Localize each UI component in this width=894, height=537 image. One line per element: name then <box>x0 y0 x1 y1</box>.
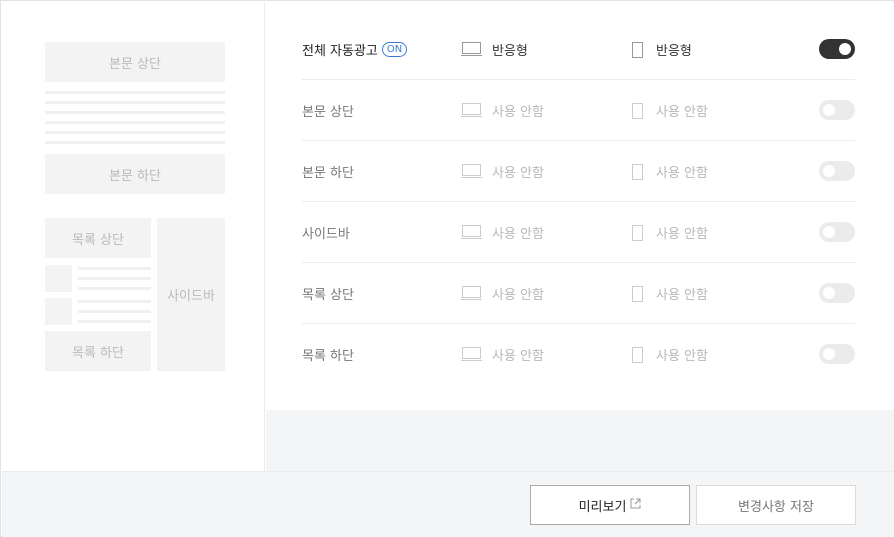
mobile-setting[interactable]: 사용 안함 <box>632 324 708 385</box>
ad-layout-preview: 본문 상단 본문 하단 목록 상단 목록 하단 사이드바 <box>2 2 265 471</box>
monitor-icon <box>461 42 482 57</box>
setting-row-list-bottom: 목록 하단 사용 안함 사용 안함 <box>302 324 855 385</box>
toggle-content-bottom[interactable] <box>819 161 855 181</box>
row-label: 전체 자동광고 ON <box>302 19 408 80</box>
preview-text-line <box>45 121 225 124</box>
mobile-icon <box>632 102 643 119</box>
row-label-text: 목록 상단 <box>302 288 354 303</box>
toggle-knob <box>823 165 835 177</box>
toggle-sidebar[interactable] <box>819 222 855 242</box>
pc-setting-value: 사용 안함 <box>492 227 544 242</box>
setting-row-list-top: 목록 상단 사용 안함 사용 안함 <box>302 263 855 324</box>
monitor-icon <box>461 286 482 301</box>
preview-list-top: 목록 상단 <box>45 218 151 258</box>
setting-row-auto-ads: 전체 자동광고 ON 반응형 반응형 <box>302 19 855 80</box>
row-label: 본문 하단 <box>302 141 354 202</box>
pc-setting-value: 사용 안함 <box>492 166 544 181</box>
preview-text-line <box>45 111 225 114</box>
preview-list-thumb <box>45 265 72 292</box>
mobile-icon <box>632 163 643 180</box>
pc-setting[interactable]: 사용 안함 <box>461 324 544 385</box>
on-badge: ON <box>381 42 408 57</box>
preview-list-line <box>78 267 151 270</box>
mobile-setting[interactable]: 반응형 <box>632 19 692 80</box>
preview-content-top: 본문 상단 <box>45 42 225 82</box>
setting-row-content-bottom: 본문 하단 사용 안함 사용 안함 <box>302 141 855 202</box>
preview-text-line <box>45 131 225 134</box>
monitor-icon <box>461 225 482 240</box>
toggle-knob <box>823 287 835 299</box>
pc-setting[interactable]: 반응형 <box>461 19 528 80</box>
setting-row-content-top: 본문 상단 사용 안함 사용 안함 <box>302 80 855 141</box>
pc-setting-value: 사용 안함 <box>492 349 544 364</box>
ad-position-settings: 전체 자동광고 ON 반응형 반응형 본문 상단 사용 안함 사용 안함 본문 … <box>266 2 894 410</box>
monitor-icon <box>461 347 482 362</box>
mobile-setting[interactable]: 사용 안함 <box>632 202 708 263</box>
preview-list-line <box>78 320 151 323</box>
row-label-text: 전체 자동광고 <box>302 44 378 59</box>
save-changes-button[interactable]: 변경사항 저장 <box>696 485 856 525</box>
mobile-icon <box>632 224 643 241</box>
mobile-icon <box>632 346 643 363</box>
footer-bar: 미리보기 변경사항 저장 <box>2 471 894 537</box>
monitor-icon <box>461 103 482 118</box>
toggle-knob <box>823 348 835 360</box>
monitor-icon <box>461 164 482 179</box>
toggle-knob <box>823 226 835 238</box>
mobile-setting[interactable]: 사용 안함 <box>632 141 708 202</box>
preview-list-thumb <box>45 298 72 325</box>
toggle-list-bottom[interactable] <box>819 344 855 364</box>
external-link-icon <box>630 498 641 512</box>
preview-content-bottom: 본문 하단 <box>45 154 225 194</box>
row-label: 본문 상단 <box>302 80 354 141</box>
toggle-knob <box>839 43 851 55</box>
toggle-content-top[interactable] <box>819 100 855 120</box>
toggle-auto-ads[interactable] <box>819 39 855 59</box>
mobile-setting-value: 사용 안함 <box>656 349 708 364</box>
row-label: 사이드바 <box>302 202 350 263</box>
mobile-setting-value: 반응형 <box>656 44 692 59</box>
pc-setting[interactable]: 사용 안함 <box>461 263 544 324</box>
ad-settings-panel: 본문 상단 본문 하단 목록 상단 목록 하단 사이드바 전체 자동광고 ON … <box>0 0 894 537</box>
pc-setting-value: 사용 안함 <box>492 105 544 120</box>
preview-sidebar: 사이드바 <box>157 218 225 371</box>
row-label-text: 본문 하단 <box>302 166 354 181</box>
preview-button-label: 미리보기 <box>578 499 627 515</box>
preview-list-line <box>78 300 151 303</box>
pc-setting-value: 사용 안함 <box>492 288 544 303</box>
pc-setting[interactable]: 사용 안함 <box>461 141 544 202</box>
mobile-setting-value: 사용 안함 <box>656 105 708 120</box>
pc-setting[interactable]: 사용 안함 <box>461 202 544 263</box>
toggle-list-top[interactable] <box>819 283 855 303</box>
mobile-setting-value: 사용 안함 <box>656 166 708 181</box>
preview-button[interactable]: 미리보기 <box>530 485 690 525</box>
row-label: 목록 하단 <box>302 324 354 385</box>
preview-list-bottom: 목록 하단 <box>45 331 151 371</box>
pc-setting-value: 반응형 <box>492 44 528 59</box>
preview-text-line <box>45 91 225 94</box>
mobile-setting-value: 사용 안함 <box>656 288 708 303</box>
row-label-text: 사이드바 <box>302 227 350 242</box>
preview-list-line <box>78 287 151 290</box>
settings-spacer <box>266 410 894 471</box>
mobile-setting[interactable]: 사용 안함 <box>632 263 708 324</box>
preview-text-line <box>45 141 225 144</box>
row-label-text: 목록 하단 <box>302 349 354 364</box>
row-label-text: 본문 상단 <box>302 105 354 120</box>
pc-setting[interactable]: 사용 안함 <box>461 80 544 141</box>
mobile-setting-value: 사용 안함 <box>656 227 708 242</box>
preview-text-line <box>45 101 225 104</box>
save-button-label: 변경사항 저장 <box>738 499 814 515</box>
preview-list-line <box>78 310 151 313</box>
toggle-knob <box>823 104 835 116</box>
setting-row-sidebar: 사이드바 사용 안함 사용 안함 <box>302 202 855 263</box>
mobile-setting[interactable]: 사용 안함 <box>632 80 708 141</box>
mobile-icon <box>632 41 643 58</box>
row-label: 목록 상단 <box>302 263 354 324</box>
preview-list-line <box>78 277 151 280</box>
mobile-icon <box>632 285 643 302</box>
